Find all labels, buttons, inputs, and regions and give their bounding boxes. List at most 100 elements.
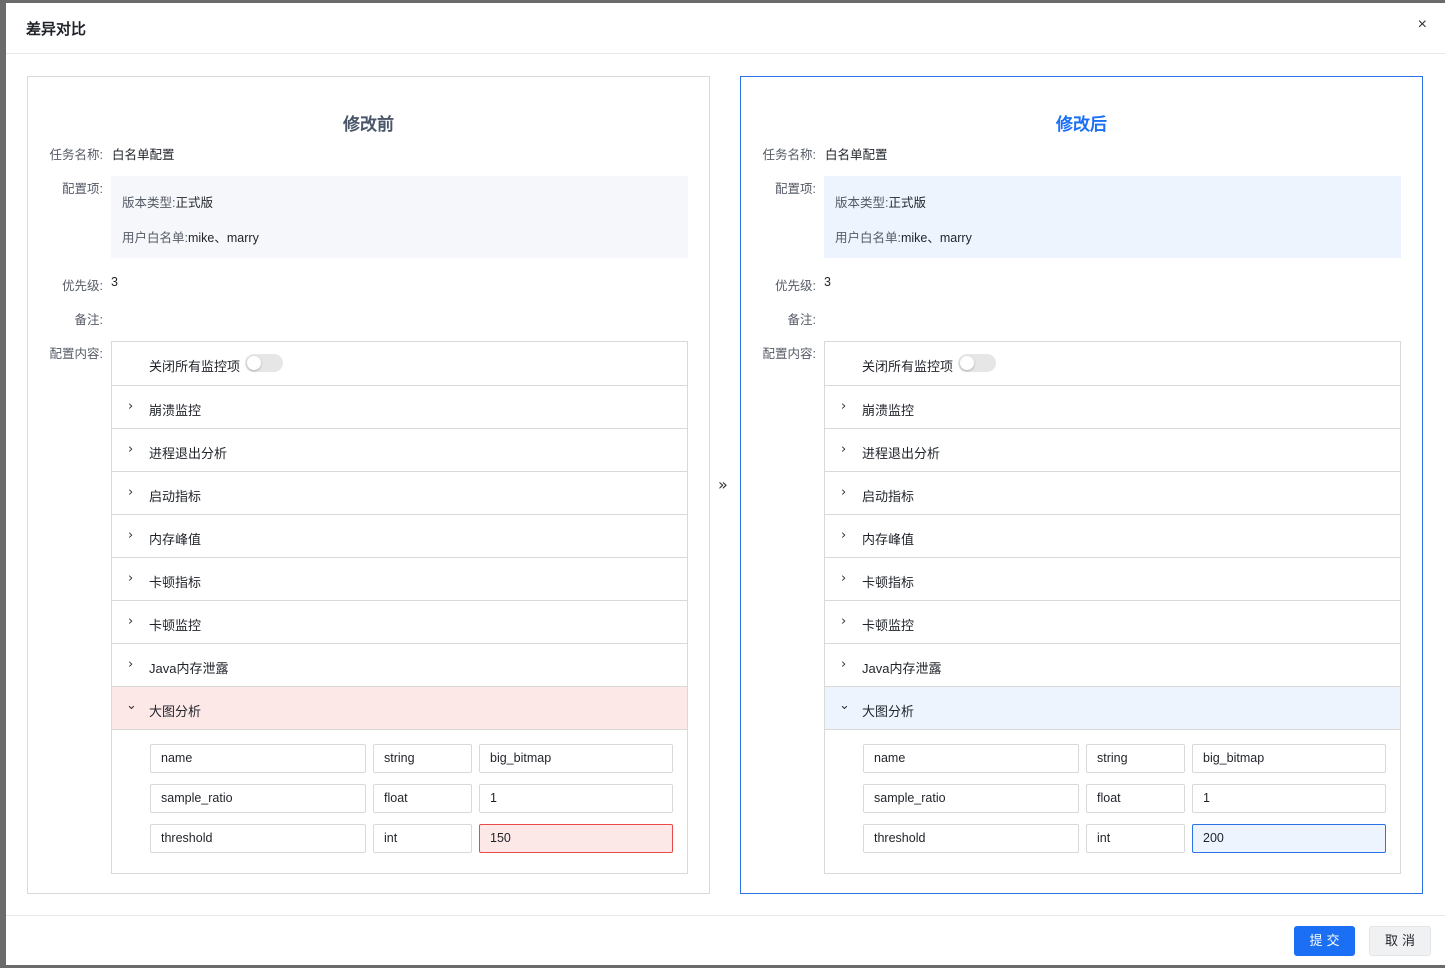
chevron-down-icon: ⌄: [839, 698, 850, 713]
panel-after: 修改后 任务名称: 白名单配置 配置项: 版本类型:正式版 用户白名单:mike…: [740, 76, 1423, 894]
category-process-exit[interactable]: › 进程退出分析: [825, 429, 1400, 472]
panel-title-before: 修改前: [343, 115, 394, 134]
param-type-field[interactable]: string: [1086, 744, 1185, 773]
param-value-field[interactable]: big_bitmap: [479, 744, 673, 773]
priority-label: 优先级:: [62, 279, 103, 293]
chevron-right-icon: ›: [128, 571, 134, 586]
priority-value: 3: [824, 275, 831, 289]
category-label: 崩溃监控: [862, 403, 915, 418]
diff-compare-modal: 差异对比 × 修改前 任务名称: 白名单配置 配置项: 版本类型:正式版 用户白…: [6, 3, 1445, 965]
priority-value: 3: [111, 275, 118, 289]
task-name-value: 白名单配置: [112, 148, 175, 162]
panel-before: 修改前 任务名称: 白名单配置 配置项: 版本类型:正式版 用户白名单:mike…: [27, 76, 710, 894]
modal-title: 差异对比: [26, 21, 87, 38]
config-content-label: 配置内容:: [49, 347, 103, 361]
category-crash[interactable]: › 崩溃监控: [112, 386, 687, 429]
category-label: 卡顿指标: [862, 575, 915, 590]
version-type-value: 正式版: [888, 196, 926, 210]
category-jank-monitor[interactable]: › 卡顿监控: [825, 601, 1400, 644]
param-name-field[interactable]: name: [863, 744, 1079, 773]
chevron-right-icon: ›: [128, 485, 134, 500]
chevron-right-icon: ›: [841, 528, 847, 543]
close-all-monitors-label: 关闭所有监控项: [149, 359, 241, 374]
category-jank-metrics[interactable]: › 卡顿指标: [112, 558, 687, 601]
category-label: 卡顿指标: [149, 575, 202, 590]
chevron-right-icon: ›: [841, 399, 847, 414]
config-content-box: 关闭所有监控项 › 崩溃监控 › 进程退出分析 › 启动指标 › 内存峰值 › 卡顿指标 …: [111, 341, 688, 874]
category-memory-peak[interactable]: › 内存峰值: [825, 515, 1400, 558]
param-value-field[interactable]: 1: [479, 784, 673, 813]
close-all-monitors-label: 关闭所有监控项: [862, 359, 954, 374]
category-label: 大图分析: [149, 704, 202, 719]
param-name-field[interactable]: name: [150, 744, 366, 773]
category-jank-monitor[interactable]: › 卡顿监控: [112, 601, 687, 644]
big-image-params: name string big_bitmap sample_ratio floa…: [825, 730, 1400, 870]
user-whitelist-label: 用户白名单:: [122, 231, 188, 245]
category-label: 进程退出分析: [149, 446, 228, 461]
config-items-box: 版本类型:正式版 用户白名单:mike、marry: [111, 176, 688, 258]
category-startup[interactable]: › 启动指标: [825, 472, 1400, 515]
category-label: 内存峰值: [862, 532, 915, 547]
category-big-image[interactable]: ⌄ 大图分析: [112, 687, 687, 730]
param-type-field[interactable]: float: [1086, 784, 1185, 813]
user-whitelist-line: 用户白名单:mike、marry: [122, 227, 259, 246]
category-big-image[interactable]: ⌄ 大图分析: [825, 687, 1400, 730]
category-crash[interactable]: › 崩溃监控: [825, 386, 1400, 429]
category-startup[interactable]: › 启动指标: [112, 472, 687, 515]
close-icon[interactable]: ×: [1418, 15, 1427, 35]
category-label: 启动指标: [149, 489, 202, 504]
param-value-field-diff[interactable]: 150: [479, 824, 673, 853]
chevron-right-icon: ›: [128, 614, 134, 629]
user-whitelist-value: mike、marry: [900, 231, 972, 245]
category-label: 崩溃监控: [149, 403, 202, 418]
task-name-label: 任务名称:: [762, 148, 816, 162]
chevron-down-icon: ⌄: [126, 698, 137, 713]
chevron-right-icon: ›: [128, 399, 134, 414]
version-type-value: 正式版: [175, 196, 213, 210]
param-type-field[interactable]: int: [1086, 824, 1185, 853]
category-process-exit[interactable]: › 进程退出分析: [112, 429, 687, 472]
close-all-monitors-switch[interactable]: [958, 354, 996, 372]
param-value-field[interactable]: 1: [1192, 784, 1386, 813]
category-memory-peak[interactable]: › 内存峰值: [112, 515, 687, 558]
version-type-line: 版本类型:正式版: [122, 192, 213, 211]
task-name-label: 任务名称:: [49, 148, 103, 162]
param-name-field[interactable]: sample_ratio: [863, 784, 1079, 813]
modal-footer: 提交 取消: [6, 915, 1445, 965]
category-jank-metrics[interactable]: › 卡顿指标: [825, 558, 1400, 601]
chevron-right-icon: ›: [841, 614, 847, 629]
user-whitelist-line: 用户白名单:mike、marry: [835, 227, 972, 246]
big-image-params: name string big_bitmap sample_ratio floa…: [112, 730, 687, 870]
close-all-monitors-switch[interactable]: [245, 354, 283, 372]
remark-label: 备注:: [74, 313, 103, 327]
chevron-right-icon: ›: [128, 442, 134, 457]
param-value-field[interactable]: big_bitmap: [1192, 744, 1386, 773]
param-type-field[interactable]: int: [373, 824, 472, 853]
category-label: 内存峰值: [149, 532, 202, 547]
category-java-leak[interactable]: › Java内存泄露: [825, 644, 1400, 687]
config-items-box: 版本类型:正式版 用户白名单:mike、marry: [824, 176, 1401, 258]
config-items-label: 配置项:: [775, 182, 816, 196]
version-type-label: 版本类型:: [835, 196, 889, 210]
chevron-right-icon: ›: [841, 442, 847, 457]
param-value-field-diff[interactable]: 200: [1192, 824, 1386, 853]
category-label: 启动指标: [862, 489, 915, 504]
remark-label: 备注:: [787, 313, 816, 327]
param-name-field[interactable]: threshold: [863, 824, 1079, 853]
double-arrow-icon: »: [718, 475, 728, 494]
param-name-field[interactable]: threshold: [150, 824, 366, 853]
param-type-field[interactable]: string: [373, 744, 472, 773]
category-java-leak[interactable]: › Java内存泄露: [112, 644, 687, 687]
param-name-field[interactable]: sample_ratio: [150, 784, 366, 813]
cancel-button[interactable]: 取消: [1369, 926, 1431, 956]
param-type-field[interactable]: float: [373, 784, 472, 813]
user-whitelist-value: mike、marry: [187, 231, 259, 245]
category-label: 卡顿监控: [862, 618, 915, 633]
submit-button[interactable]: 提交: [1294, 926, 1355, 956]
version-type-label: 版本类型:: [122, 196, 176, 210]
chevron-right-icon: ›: [841, 657, 847, 672]
category-label: 大图分析: [862, 704, 915, 719]
priority-label: 优先级:: [775, 279, 816, 293]
config-items-label: 配置项:: [62, 182, 103, 196]
toggle-row: 关闭所有监控项: [825, 342, 1400, 386]
